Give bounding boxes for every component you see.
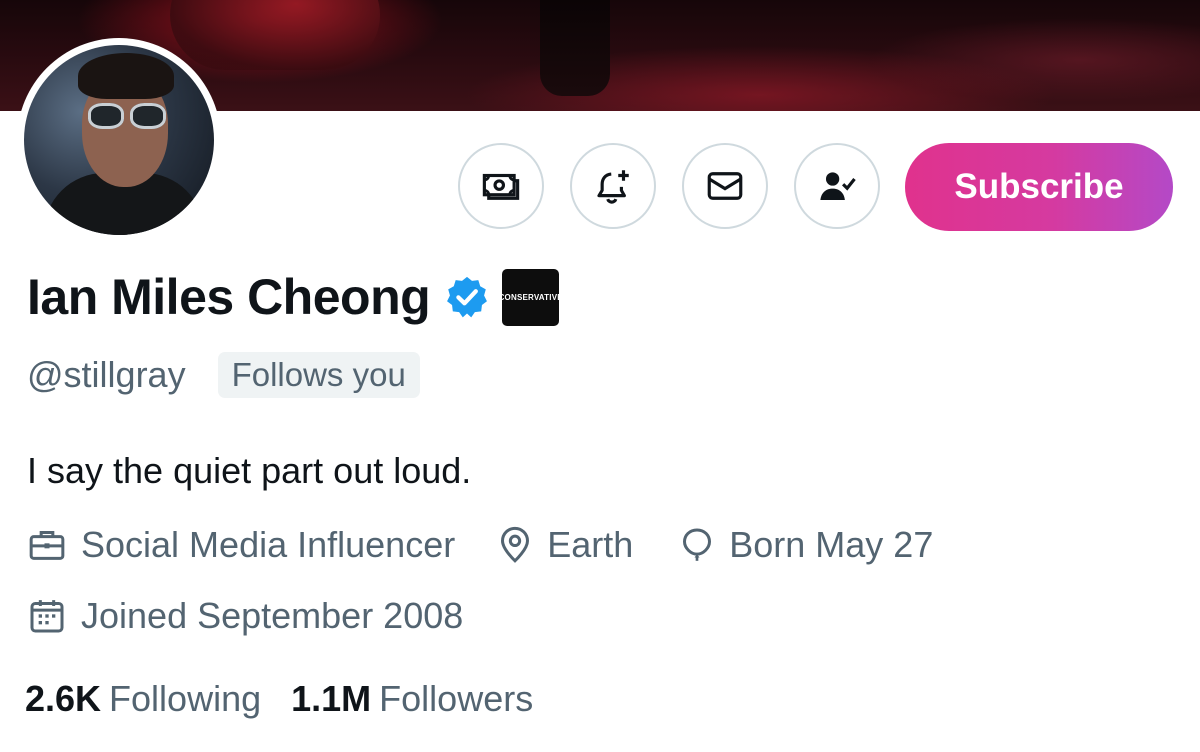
verified-badge-icon[interactable] — [444, 274, 490, 320]
calendar-icon — [30, 600, 64, 633]
message-button[interactable] — [682, 143, 768, 229]
profile-joined-date: Joined September 2008 — [81, 595, 464, 636]
birthday-item: Born May 27 — [677, 524, 933, 566]
followers-label: Followers — [379, 678, 534, 719]
affiliate-badge-label: CONSERVATIVE — [498, 292, 563, 302]
banner-figure-shape — [540, 0, 610, 96]
following-link[interactable]: 2.6K Following — [25, 678, 261, 720]
profile-category: Social Media Influencer — [81, 524, 456, 565]
following-label: Following — [109, 678, 262, 719]
subscribe-button[interactable]: Subscribe — [905, 143, 1173, 231]
name-row: Ian Miles Cheong CONSERVATIVE — [27, 268, 563, 326]
following-button[interactable] — [794, 143, 880, 229]
profile-location: Earth — [547, 524, 634, 565]
money-icon — [482, 173, 520, 200]
follow-stats: 2.6K Following 1.1M Followers — [25, 678, 533, 720]
category-item: Social Media Influencer — [27, 524, 455, 566]
person-check-icon — [820, 172, 856, 200]
balloon-icon — [683, 528, 712, 561]
profile-birthday: Born May 27 — [729, 524, 934, 565]
banner-car-shape — [170, 0, 380, 70]
profile-meta-row: Social Media Influencer Earth Born May 2… — [27, 524, 933, 566]
avatar-hair-shape — [78, 53, 174, 99]
location-pin-icon — [501, 526, 530, 563]
joined-item: Joined September 2008 — [27, 595, 463, 637]
mail-icon — [707, 172, 743, 200]
avatar-glasses-left — [88, 103, 124, 129]
profile-name: Ian Miles Cheong — [27, 269, 431, 325]
bell-plus-icon — [597, 170, 629, 204]
followers-count: 1.1M — [291, 678, 372, 719]
tip-button[interactable] — [458, 143, 544, 229]
profile-handle: @stillgray — [27, 354, 186, 395]
follows-you-badge: Follows you — [217, 352, 420, 398]
avatar-glasses-right — [130, 103, 166, 129]
profile-avatar[interactable] — [17, 38, 221, 242]
following-count: 2.6K — [25, 678, 102, 719]
avatar-image — [24, 45, 214, 235]
affiliate-badge[interactable]: CONSERVATIVE — [499, 268, 563, 326]
followers-link[interactable]: 1.1M Followers — [291, 678, 533, 720]
location-item: Earth — [495, 524, 633, 566]
notifications-button[interactable] — [570, 143, 656, 229]
profile-bio: I say the quiet part out loud. — [27, 450, 472, 491]
joined-row: Joined September 2008 — [27, 595, 463, 637]
briefcase-icon — [29, 531, 65, 560]
handle-row: @stillgray Follows you — [27, 352, 420, 398]
